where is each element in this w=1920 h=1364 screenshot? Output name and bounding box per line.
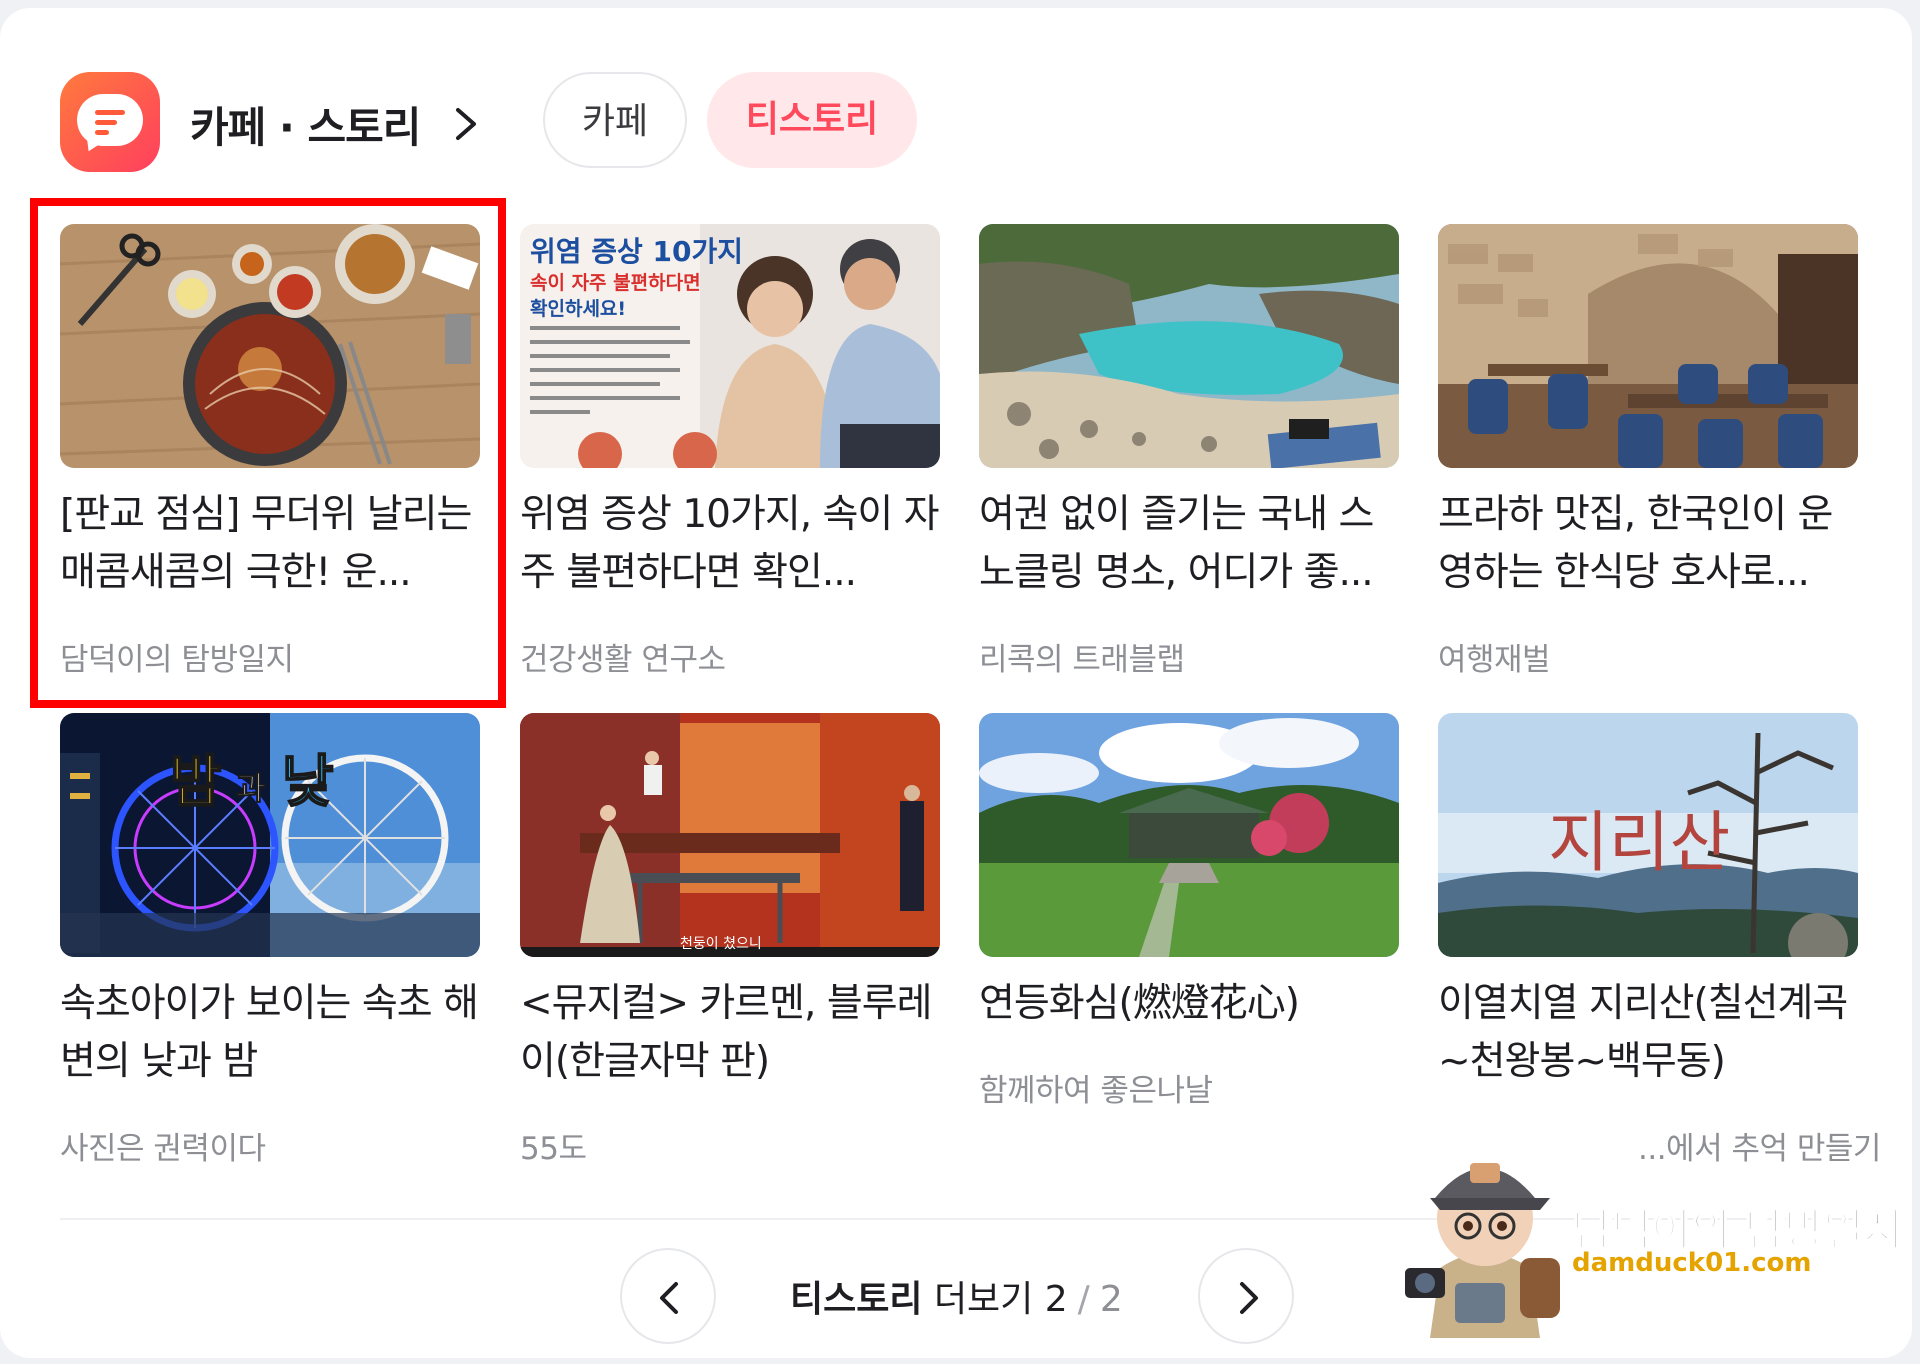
card-thumbnail[interactable]: 천둥이 쳤으니 bbox=[520, 713, 940, 957]
pager-label: 티스토리 더보기 2/2 bbox=[790, 1270, 1123, 1322]
card-title[interactable]: 속초아이가 보이는 속초 해변의 낮과 밤 bbox=[60, 975, 480, 1091]
card-title[interactable]: 연등화심(燃燈花心) bbox=[979, 975, 1399, 1033]
section-header: 카페 · 스토리 카페 티스토리 bbox=[60, 72, 1860, 172]
tab-tistory[interactable]: 티스토리 bbox=[707, 72, 917, 168]
tab-cafe[interactable]: 카페 bbox=[543, 72, 687, 168]
card-thumbnail[interactable]: 지리산 bbox=[1438, 713, 1858, 957]
watermark: 담덕이의 탐방일지 damduck01.com bbox=[1400, 1118, 1904, 1338]
card-thumbnail[interactable] bbox=[1438, 224, 1858, 468]
prev-page-button[interactable] bbox=[620, 1248, 716, 1344]
thumb-subline: 속이 자주 불편하다면 bbox=[530, 272, 701, 294]
watermark-url: damduck01.com bbox=[1572, 1248, 1812, 1278]
pager-total: 2 bbox=[1099, 1279, 1123, 1320]
next-page-button[interactable] bbox=[1198, 1248, 1294, 1344]
thumb-overlay-text: 밤 bbox=[169, 749, 223, 816]
pager-separator: / bbox=[1077, 1279, 1090, 1320]
card-title[interactable]: 여권 없이 즐기는 국내 스노클링 명소, 어디가 좋... bbox=[979, 486, 1399, 602]
card-title[interactable]: <뮤지컬> 카르멘, 블루레이(한글자막 판) bbox=[520, 975, 940, 1091]
cafe-story-logo-icon bbox=[60, 72, 160, 172]
thumb-calligraphy: 지리산 bbox=[1548, 804, 1731, 881]
chevron-right-icon bbox=[1240, 1282, 1258, 1314]
highlight-box bbox=[30, 198, 506, 708]
thumb-subtitle: 천둥이 쳤으니 bbox=[680, 936, 762, 952]
card-thumbnail[interactable]: 위염 증상 10가지 속이 자주 불편하다면 확인하세요! bbox=[520, 224, 940, 468]
thumb-headline: 위염 증상 10가지 bbox=[530, 235, 744, 268]
card-source[interactable]: 함께하여 좋은나날 bbox=[979, 1065, 1213, 1110]
chevron-left-icon bbox=[660, 1282, 678, 1314]
card-title[interactable]: 프라하 맛집, 한국인이 운영하는 한식당 호사로... bbox=[1438, 486, 1858, 602]
character-mascot-icon bbox=[1405, 1163, 1560, 1338]
card-source[interactable]: 여행재벌 bbox=[1438, 634, 1551, 679]
card-title[interactable]: 위염 증상 10가지, 속이 자주 불편하다면 확인... bbox=[520, 486, 940, 602]
card-thumbnail[interactable]: 밤 과 낮 bbox=[60, 713, 480, 957]
pager-current: 2 bbox=[1044, 1279, 1068, 1320]
card-thumbnail[interactable] bbox=[979, 713, 1399, 957]
card-source[interactable]: 리콕의 트래블랩 bbox=[979, 634, 1185, 679]
thumb-overlay-text: 낮 bbox=[281, 749, 335, 816]
card-source[interactable]: 건강생활 연구소 bbox=[520, 634, 726, 679]
card-thumbnail[interactable] bbox=[979, 224, 1399, 468]
card-source[interactable]: 사진은 권력이다 bbox=[60, 1123, 266, 1168]
card-source[interactable]: 55도 bbox=[520, 1123, 587, 1168]
section-title-link[interactable]: 카페 · 스토리 bbox=[190, 94, 421, 155]
stories-panel: 카페 · 스토리 카페 티스토리 [판교 점심] 무더위 날리는 매콤새콤의 극… bbox=[0, 8, 1912, 1358]
pager-brand: 티스토리 bbox=[790, 1279, 923, 1320]
chevron-right-icon[interactable] bbox=[446, 104, 486, 144]
thumb-subline: 확인하세요! bbox=[530, 298, 627, 320]
pager-more[interactable]: 더보기 bbox=[934, 1279, 1033, 1320]
card-title[interactable]: 이열치열 지리산(칠선계곡~천왕봉~백무동) bbox=[1438, 975, 1858, 1091]
thumb-overlay-text: 과 bbox=[235, 769, 266, 808]
